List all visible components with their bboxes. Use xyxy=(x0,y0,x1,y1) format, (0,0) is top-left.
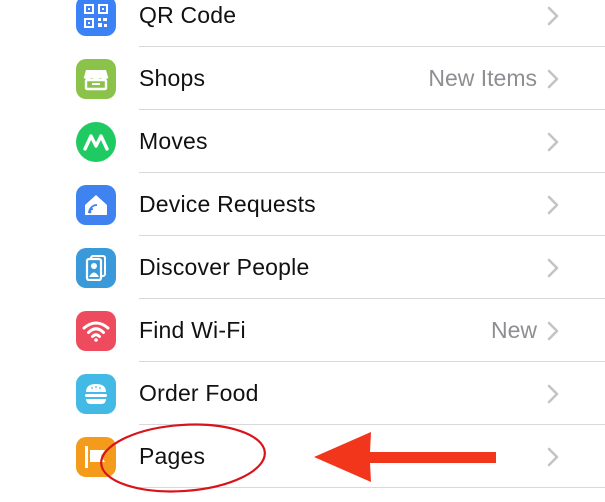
list-item-label: Order Food xyxy=(139,380,259,406)
list-item-moves[interactable]: Moves xyxy=(0,110,605,173)
discover-people-icon xyxy=(76,248,116,288)
list-item-label: Pages xyxy=(139,443,206,469)
list-item-pages[interactable]: Pages xyxy=(0,425,605,488)
list-item-detail: New Items xyxy=(428,65,537,91)
device-requests-icon xyxy=(76,185,116,225)
list-item-label: Find Wi-Fi xyxy=(139,317,246,343)
moves-icon xyxy=(76,122,116,162)
shop-icon xyxy=(76,59,116,99)
chevron-right-icon xyxy=(547,321,559,341)
chevron-right-icon xyxy=(547,447,559,467)
qr-code-icon xyxy=(76,0,116,36)
list-item-label: Moves xyxy=(139,128,208,154)
settings-list: QR Code Shops New Items Moves Device Req… xyxy=(0,0,605,488)
chevron-right-icon xyxy=(547,132,559,152)
order-food-icon xyxy=(76,374,116,414)
chevron-right-icon xyxy=(547,384,559,404)
list-item-detail: New xyxy=(490,317,537,343)
list-item-label: Shops xyxy=(139,65,206,91)
pages-icon xyxy=(76,437,116,477)
list-item-find-wifi[interactable]: Find Wi-Fi New xyxy=(0,299,605,362)
chevron-right-icon xyxy=(547,195,559,215)
list-item-label: Discover People xyxy=(139,254,310,280)
chevron-right-icon xyxy=(547,6,559,26)
chevron-right-icon xyxy=(547,69,559,89)
list-item-device-requests[interactable]: Device Requests xyxy=(0,173,605,236)
list-item-label: Device Requests xyxy=(139,191,316,217)
list-item-order-food[interactable]: Order Food xyxy=(0,362,605,425)
list-item-shops[interactable]: Shops New Items xyxy=(0,47,605,110)
settings-screen: QR Code Shops New Items Moves Device Req… xyxy=(0,0,605,502)
list-item-label: QR Code xyxy=(139,2,237,28)
list-item-qr-code[interactable]: QR Code xyxy=(0,0,605,47)
divider xyxy=(139,487,605,488)
list-item-discover-people[interactable]: Discover People xyxy=(0,236,605,299)
wifi-icon xyxy=(76,311,116,351)
chevron-right-icon xyxy=(547,258,559,278)
